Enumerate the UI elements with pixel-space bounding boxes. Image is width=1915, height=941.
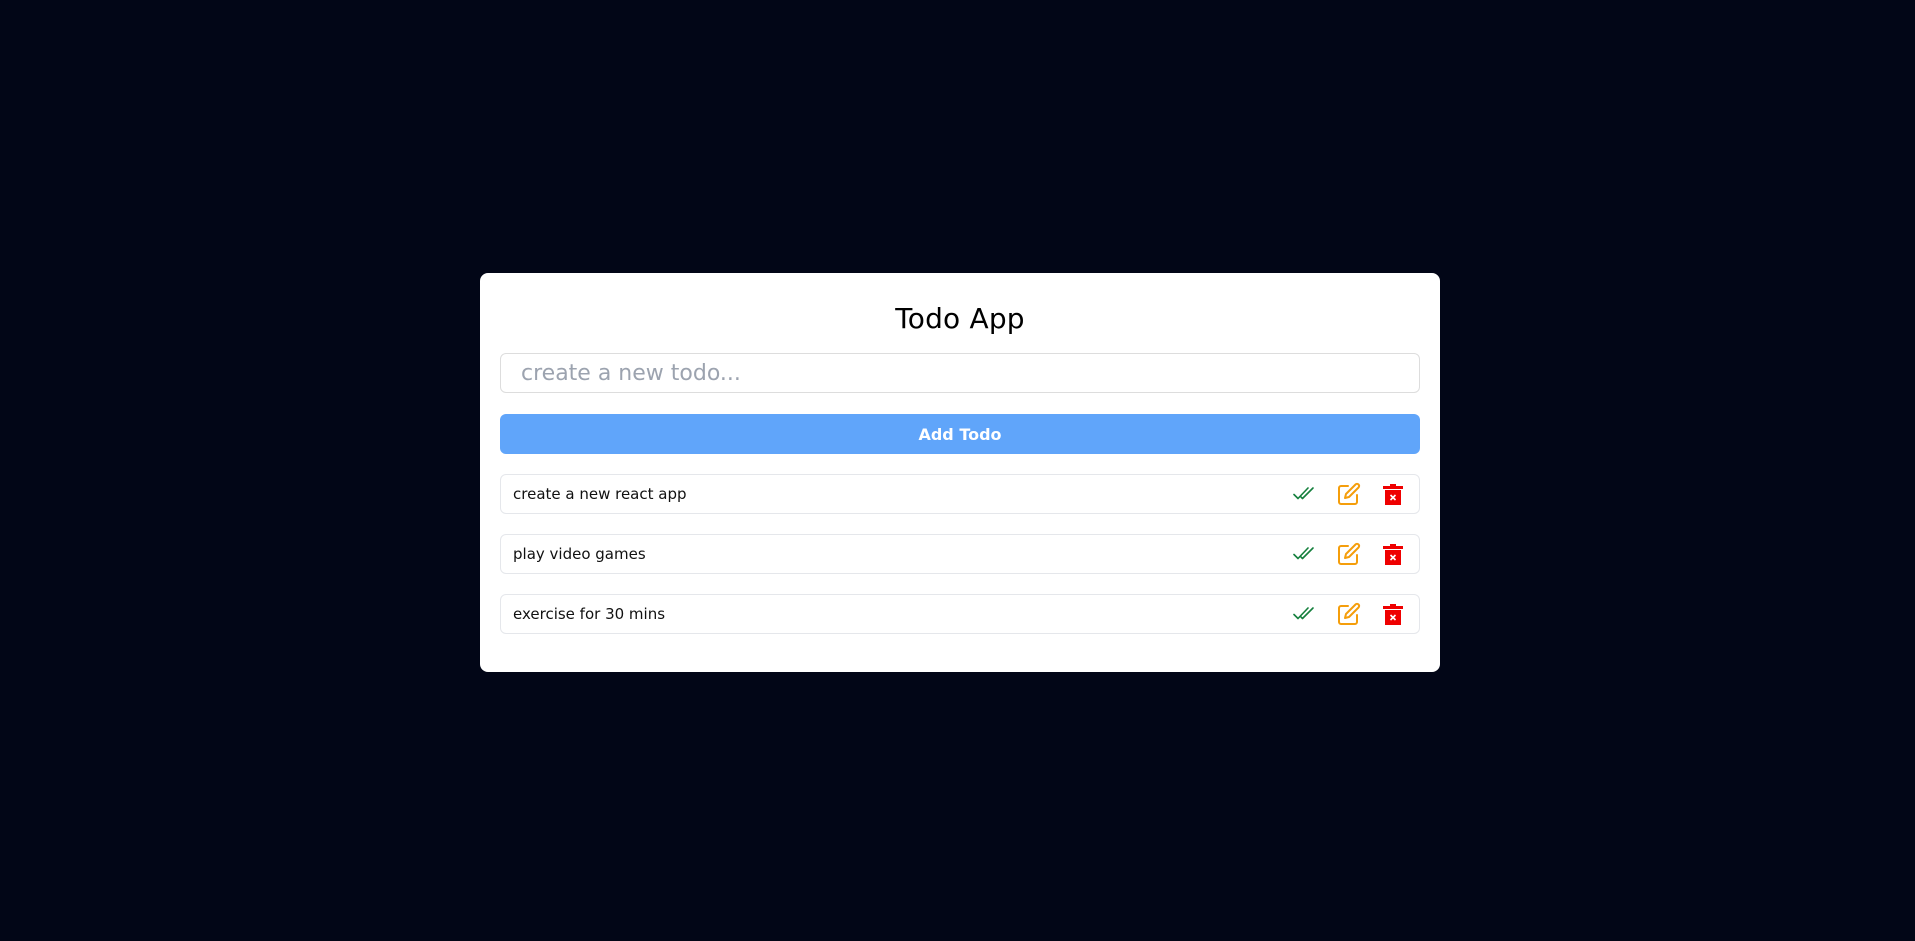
- todo-actions: [1291, 480, 1407, 508]
- todo-card: Todo App Add Todo create a new react app: [480, 273, 1440, 672]
- todo-text: play video games: [513, 545, 646, 563]
- trash-icon[interactable]: [1379, 540, 1407, 568]
- add-todo-button[interactable]: Add Todo: [500, 414, 1420, 454]
- todo-actions: [1291, 600, 1407, 628]
- todo-text: exercise for 30 mins: [513, 605, 666, 623]
- todo-item: create a new react app: [500, 474, 1420, 514]
- trash-icon[interactable]: [1379, 600, 1407, 628]
- edit-icon[interactable]: [1335, 600, 1363, 628]
- todo-actions: [1291, 540, 1407, 568]
- trash-icon[interactable]: [1379, 480, 1407, 508]
- double-check-icon[interactable]: [1291, 480, 1319, 508]
- todo-item: play video games: [500, 534, 1420, 574]
- double-check-icon[interactable]: [1291, 540, 1319, 568]
- todo-item: exercise for 30 mins: [500, 594, 1420, 634]
- edit-icon[interactable]: [1335, 540, 1363, 568]
- page-title: Todo App: [895, 301, 1025, 335]
- todo-list: create a new react app play video games …: [500, 474, 1420, 634]
- todo-text: create a new react app: [513, 485, 687, 503]
- double-check-icon[interactable]: [1291, 600, 1319, 628]
- new-todo-input[interactable]: [500, 353, 1420, 393]
- edit-icon[interactable]: [1335, 480, 1363, 508]
